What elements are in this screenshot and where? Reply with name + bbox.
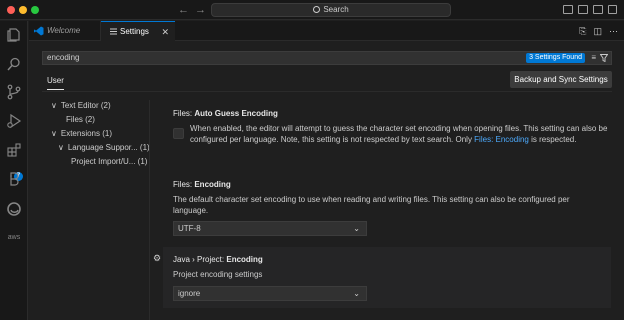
settings-list-icon [110, 28, 117, 35]
aws-icon[interactable]: aws [6, 230, 22, 246]
split-editor-icon[interactable]: ◫ [593, 26, 602, 36]
search-icon[interactable] [6, 56, 22, 72]
files-encoding-link[interactable]: Files: Encoding [474, 135, 529, 144]
description-text: is respected. [528, 135, 577, 144]
clear-filter-icon[interactable]: ≡ [591, 53, 596, 63]
setting-category: Files: [173, 180, 195, 189]
back-arrow-icon[interactable]: ← [178, 3, 189, 17]
editor-tabs: Welcome Settings ✕ ⎘ ◫ ⋯ [29, 21, 624, 42]
command-center[interactable]: Search [211, 3, 451, 17]
chevron-down-icon: ∨ [51, 129, 57, 138]
project-manager-icon[interactable] [6, 171, 22, 187]
setting-category: Files: [173, 109, 195, 118]
toc-label: Extensions (1) [60, 129, 112, 138]
setting-description: Project encoding settings [173, 270, 263, 279]
more-actions-icon[interactable]: ⋯ [609, 26, 618, 36]
minimize-window-button[interactable] [19, 6, 27, 14]
extensions-icon[interactable] [6, 142, 22, 158]
activity-bar: 7 aws [0, 21, 28, 320]
setting-title: Files: Encoding [173, 179, 611, 190]
edge-browser-icon[interactable] [6, 201, 22, 217]
toc-item-extensions[interactable]: ∨ Extensions (1) [51, 128, 112, 140]
toc-label: Text Editor (2) [60, 101, 111, 110]
toc-divider [149, 100, 150, 320]
settings-editor: encoding 3 Settings Found ≡ User Backup … [29, 42, 624, 320]
run-and-debug-icon[interactable] [6, 113, 22, 129]
setting-category: Java › Project: [173, 255, 227, 264]
customize-layout-icon[interactable] [608, 5, 617, 14]
setting-description: When enabled, the editor will attempt to… [173, 123, 611, 145]
close-window-button[interactable] [7, 6, 15, 14]
toc-item-project-import[interactable]: Project Import/U... (1) [71, 156, 147, 168]
zoom-window-button[interactable] [31, 6, 39, 14]
search-query: encoding [47, 53, 80, 62]
gear-icon[interactable]: ⚙ [153, 253, 161, 264]
toggle-primary-sidebar-icon[interactable] [563, 5, 573, 14]
chevron-down-icon: ⌄ [353, 289, 360, 298]
setting-name: Encoding [194, 180, 231, 189]
vscode-logo-icon [34, 26, 44, 36]
setting-description: The default character set encoding to us… [173, 195, 570, 215]
auto-guess-encoding-checkbox[interactable] [173, 128, 184, 139]
toc-label: Project Import/U... (1) [71, 157, 148, 166]
command-center-label: Search [323, 5, 349, 14]
setting-name: Auto Guess Encoding [194, 109, 278, 118]
chevron-down-icon: ∨ [58, 143, 64, 152]
chevron-down-icon: ∨ [51, 101, 57, 110]
toggle-panel-icon[interactable] [578, 5, 588, 14]
setting-title: Files: Auto Guess Encoding [173, 108, 611, 119]
explorer-icon[interactable] [6, 27, 22, 43]
setting-files-encoding: Files: Encoding The default character se… [163, 178, 611, 238]
source-control-icon[interactable] [6, 84, 22, 100]
toc-label: Language Suppor... (1) [67, 143, 150, 152]
tab-settings[interactable]: Settings ✕ [101, 21, 175, 42]
tab-welcome[interactable]: Welcome [29, 21, 101, 41]
toggle-secondary-sidebar-icon[interactable] [593, 5, 603, 14]
tab-user-settings[interactable]: User [47, 76, 64, 90]
setting-title: Java › Project: Encoding [173, 254, 611, 265]
settings-found-badge: 3 Settings Found [526, 53, 585, 63]
select-value: ignore [178, 289, 201, 298]
toc-label: Files (2) [66, 115, 95, 124]
setting-java-project-encoding: Java › Project: Encoding Project encodin… [163, 247, 611, 308]
toc-item-text-editor[interactable]: ∨ Text Editor (2) [51, 100, 111, 112]
chevron-down-icon: ⌄ [353, 224, 360, 233]
setting-name: Encoding [226, 255, 263, 264]
java-encoding-select[interactable]: ignore ⌄ [173, 286, 367, 301]
files-encoding-select[interactable]: UTF-8 ⌄ [173, 221, 367, 236]
forward-arrow-icon[interactable]: → [195, 3, 206, 17]
editor-actions: ⎘ ◫ ⋯ [579, 26, 618, 37]
title-bar: ← → Search [0, 0, 624, 20]
setting-auto-guess-encoding: Files: Auto Guess Encoding When enabled,… [163, 107, 611, 159]
toc-item-files[interactable]: Files (2) [66, 114, 95, 126]
close-icon[interactable]: ✕ [161, 22, 169, 42]
tab-welcome-label: Welcome [47, 26, 81, 35]
backup-and-sync-button[interactable]: Backup and Sync Settings [510, 71, 612, 88]
search-icon [313, 6, 321, 13]
toc-item-language-support[interactable]: ∨ Language Suppor... (1) [58, 142, 150, 154]
settings-search-input[interactable]: encoding 3 Settings Found ≡ [42, 51, 612, 65]
select-value: UTF-8 [178, 224, 201, 233]
filter-icon[interactable] [600, 54, 608, 62]
scope-divider [42, 91, 612, 92]
open-settings-json-icon[interactable]: ⎘ [579, 26, 586, 36]
tab-settings-label: Settings [120, 27, 149, 36]
